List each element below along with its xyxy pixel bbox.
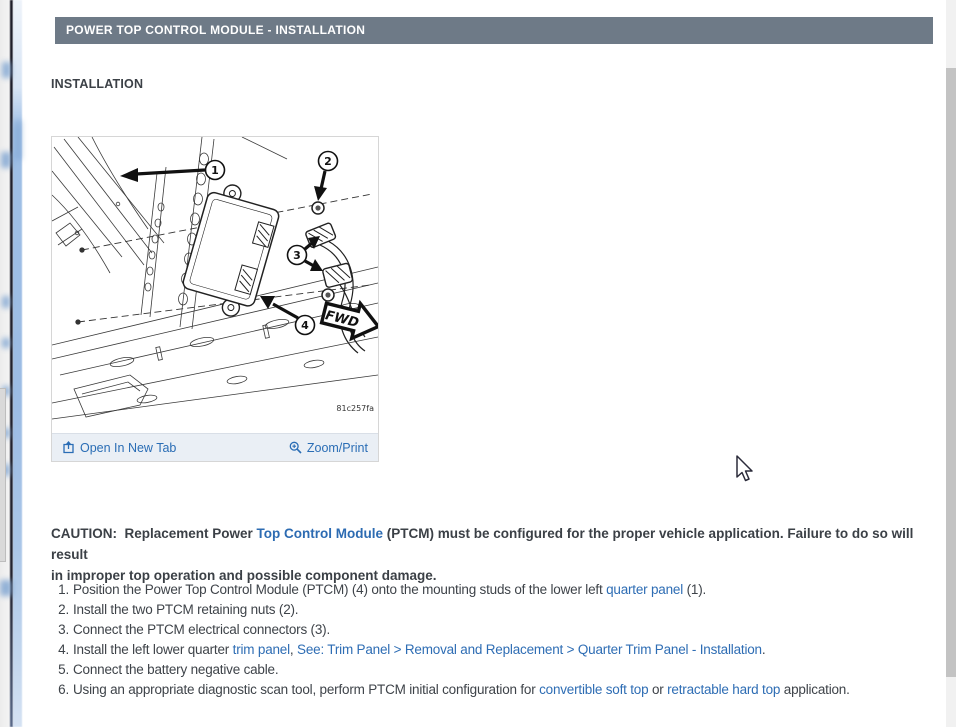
figure-code: 81c257fa: [336, 404, 374, 413]
step-6: 6. Using an appropriate diagnostic scan t…: [57, 680, 941, 700]
sidebar-scroll-remnant: [0, 388, 6, 562]
section-heading: INSTALLATION: [51, 77, 144, 91]
step-text: .: [761, 642, 766, 657]
step-text: Connect the battery negative cable.: [73, 662, 279, 677]
top-control-module-link[interactable]: Top Control Module: [257, 526, 383, 541]
sidebar-blue-band: [13, 0, 22, 727]
sidebar-blob: [0, 580, 12, 596]
sidebar-blob: [1, 152, 11, 168]
installation-steps: 1. Position the Power Top Control Module …: [57, 580, 941, 700]
step-1: 1. Position the Power Top Control Module …: [57, 580, 941, 600]
ptcm-installation-diagram: 1 2 3 4 FWD 81c257fa: [51, 136, 382, 420]
zoom-print-label: Zoom/Print: [306, 440, 368, 455]
step-number: 5.: [58, 662, 69, 677]
step-text: ,: [289, 642, 298, 657]
step-number: 6.: [58, 682, 69, 697]
figure-panel: 1 2 3 4 FWD 81c257fa Open In New Tab Zoo…: [51, 136, 382, 462]
step-4: 4. Install the left lower quarter trim pa…: [57, 640, 941, 660]
step-text: (1).: [683, 582, 707, 597]
step-3: 3. Connect the PTCM electrical connectors…: [57, 620, 941, 640]
trim-panel-link[interactable]: trim panel: [233, 642, 290, 657]
sidebar-blob: [2, 62, 11, 78]
left-edge-sidebar-remnant: [0, 0, 22, 727]
step-number: 4.: [58, 642, 69, 657]
step-text: Using an appropriate diagnostic scan too…: [73, 682, 540, 697]
step-text: or: [648, 682, 668, 697]
quarter-panel-link[interactable]: quarter panel: [606, 582, 683, 597]
figure-toolbar: Open In New Tab Zoom/Print: [52, 433, 378, 461]
mouse-cursor: [736, 455, 753, 482]
step-text: Connect the PTCM electrical connectors (…: [73, 622, 331, 637]
open-in-new-tab-icon: [63, 441, 74, 454]
zoom-in-icon: [289, 441, 302, 454]
step-number: 3.: [58, 622, 69, 637]
see-trim-panel-reference-link[interactable]: See: Trim Panel > Removal and Replacemen…: [297, 642, 762, 657]
vertical-scrollbar-track[interactable]: [946, 0, 956, 727]
step-5: 5. Connect the battery negative cable.: [57, 660, 941, 680]
step-text: application.: [780, 682, 850, 697]
step-text: Position the Power Top Control Module (P…: [73, 582, 607, 597]
step-number: 2.: [58, 602, 69, 617]
callout-1: 1: [120, 159, 226, 182]
caution-text: CAUTION: Replacement Power: [51, 526, 257, 541]
open-in-new-tab-label: Open In New Tab: [80, 440, 177, 455]
convertible-soft-top-link[interactable]: convertible soft top: [539, 682, 649, 697]
figure-image: 1 2 3 4 FWD 81c257fa: [51, 136, 382, 433]
svg-text:4: 4: [301, 319, 309, 332]
caution-paragraph: CAUTION: Replacement Power Top Control M…: [51, 523, 941, 586]
sidebar-blob: [14, 120, 22, 160]
callout-2: 2: [314, 150, 339, 201]
svg-text:3: 3: [293, 249, 301, 262]
page-title: POWER TOP CONTROL MODULE - INSTALLATION: [66, 23, 366, 37]
zoom-print-link[interactable]: Zoom/Print: [289, 441, 368, 455]
svg-text:2: 2: [324, 155, 332, 168]
svg-text:1: 1: [211, 164, 219, 177]
retractable-hard-top-link[interactable]: retractable hard top: [667, 682, 780, 697]
step-text: Install the two PTCM retaining nuts (2).: [73, 602, 299, 617]
sidebar-blob: [2, 296, 10, 308]
step-number: 1.: [58, 582, 69, 597]
vertical-scrollbar-thumb[interactable]: [946, 68, 956, 677]
open-in-new-tab-link[interactable]: Open In New Tab: [62, 441, 176, 455]
step-text: Install the left lower quarter: [73, 642, 233, 657]
sidebar-blob: [2, 338, 10, 348]
page-title-bar: POWER TOP CONTROL MODULE - INSTALLATION: [55, 17, 933, 44]
step-2: 2. Install the two PTCM retaining nuts (2…: [57, 600, 941, 620]
